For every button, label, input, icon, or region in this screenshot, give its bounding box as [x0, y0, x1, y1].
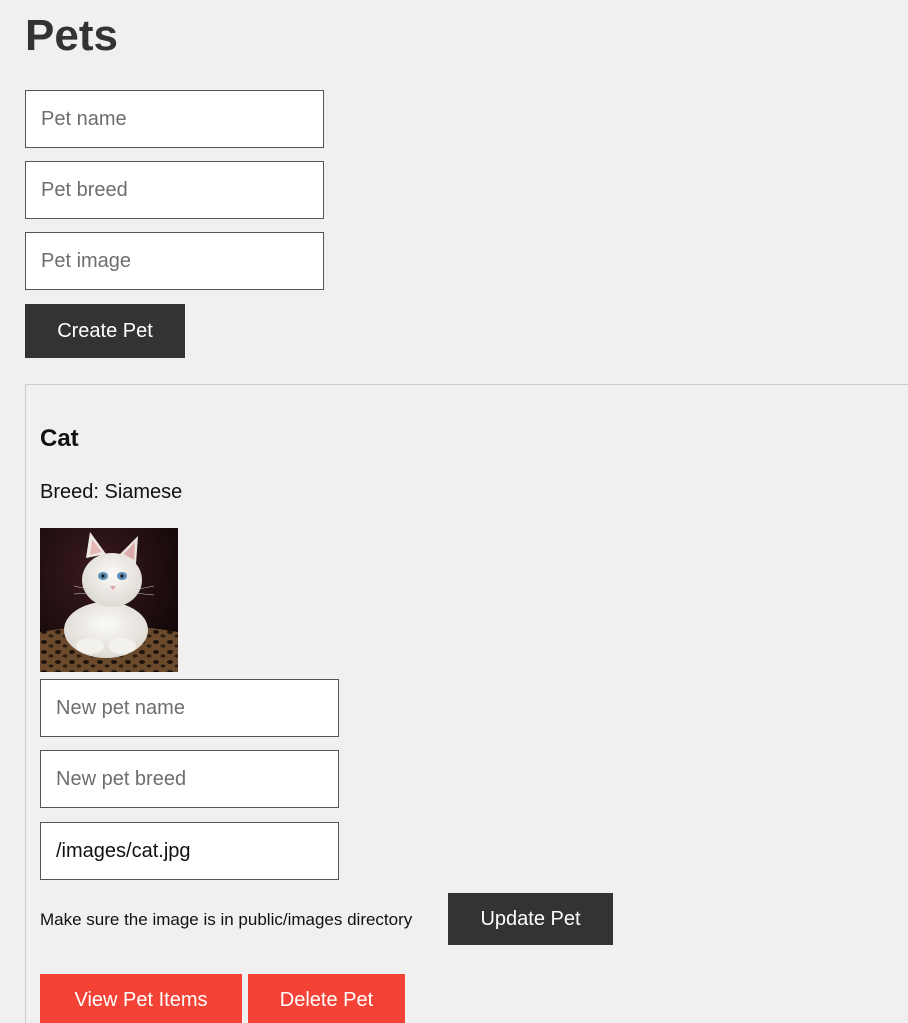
- pet-image: [40, 528, 178, 672]
- pet-image-path-input[interactable]: [40, 822, 339, 880]
- pet-name-input[interactable]: [25, 90, 324, 148]
- pet-card: Cat Breed: Siamese New pet name New pet …: [25, 384, 908, 1023]
- page-title: Pets: [25, 11, 118, 60]
- view-pet-items-button[interactable]: View Pet Items: [40, 974, 242, 1023]
- create-pet-button[interactable]: Create Pet: [25, 304, 185, 358]
- new-pet-name-input[interactable]: [40, 679, 339, 737]
- page: Pets Create Pet Cat Breed: Siamese: [0, 0, 908, 1023]
- new-pet-breed-input[interactable]: [40, 750, 339, 808]
- pet-breed-input[interactable]: [25, 161, 324, 219]
- pet-name: Cat: [40, 425, 79, 452]
- image-directory-hint: Make sure the image is in public/images …: [40, 910, 413, 929]
- pet-breed: Breed: Siamese: [40, 481, 183, 503]
- cat-photo-illustration: [40, 528, 178, 672]
- update-pet-button[interactable]: Update Pet: [448, 893, 613, 945]
- delete-pet-button[interactable]: Delete Pet: [248, 974, 405, 1023]
- pet-image-input[interactable]: [25, 232, 324, 290]
